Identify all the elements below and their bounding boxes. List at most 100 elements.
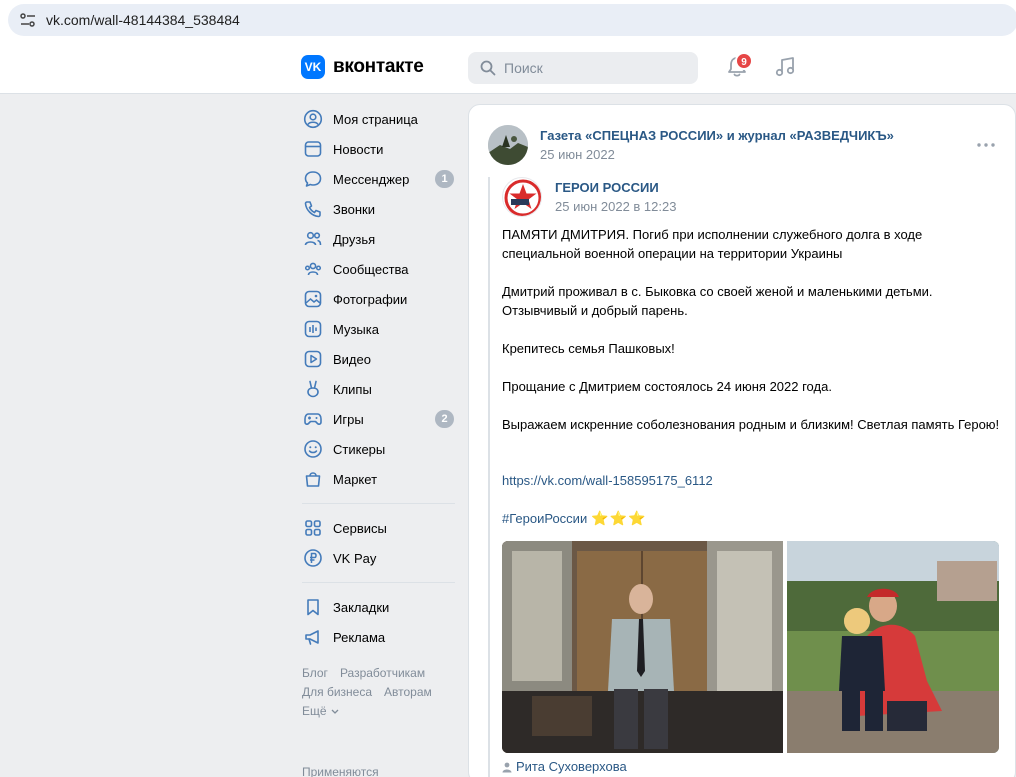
sidebar-item-messenger[interactable]: Мессенджер 1	[302, 164, 462, 194]
sidebar-item-games[interactable]: Игры 2	[302, 404, 462, 434]
sidebar-item-video[interactable]: Видео	[302, 344, 462, 374]
post-hashtag-line: #ГероиРоссии ⭐⭐⭐	[502, 510, 647, 527]
post-photo-2[interactable]	[787, 541, 999, 753]
sidebar-item-label: Стикеры	[333, 441, 386, 457]
footer-link-developers[interactable]: Разработчикам	[340, 666, 425, 680]
sidebar-item-my-page[interactable]: Моя страница	[302, 104, 462, 134]
site-settings-icon[interactable]	[20, 13, 36, 27]
sidebar-item-label: Реклама	[333, 629, 386, 645]
repost-author-avatar[interactable]	[502, 177, 542, 217]
sidebar-item-music[interactable]: Музыка	[302, 314, 462, 344]
sidebar-item-label: Музыка	[333, 321, 379, 337]
vk-header: VK вконтакте 9	[0, 40, 1016, 94]
music-icon	[303, 319, 323, 339]
sidebar-divider	[302, 582, 455, 583]
sidebar-item-ads[interactable]: Реклама	[302, 622, 462, 652]
sidebar-item-label: Новости	[333, 141, 384, 157]
chevron-down-icon	[331, 709, 339, 714]
sidebar-item-label: Видео	[333, 351, 371, 367]
services-icon	[303, 518, 323, 538]
repost-divider-line	[488, 177, 490, 777]
message-icon	[303, 169, 323, 189]
more-options-icon[interactable]	[977, 143, 995, 147]
left-sidebar: Моя страница Новости Мессенджер 1 Звонки…	[302, 104, 462, 721]
user-icon	[502, 762, 512, 773]
sidebar-item-label: Клипы	[333, 381, 372, 397]
repost-author-link[interactable]: ГЕРОИ РОССИИ	[555, 180, 659, 195]
sidebar-item-calls[interactable]: Звонки	[302, 194, 462, 224]
newsfeed-icon	[303, 139, 323, 159]
signer-name[interactable]: Рита Суховерхова	[516, 759, 627, 774]
photo-man-in-room	[502, 541, 783, 753]
sidebar-item-label: Маркет	[333, 471, 378, 487]
sidebar-item-services[interactable]: Сервисы	[302, 513, 462, 543]
sidebar-item-label: Сообщества	[333, 261, 409, 277]
sidebar-divider	[302, 503, 455, 504]
address-bar[interactable]: vk.com/wall-48144384_538484	[8, 4, 1016, 36]
post-date[interactable]: 25 июн 2022	[540, 147, 615, 162]
post-paragraph: Прощание с Дмитрием состоялось 24 июня 2…	[502, 379, 832, 394]
music-player-icon[interactable]	[773, 55, 797, 79]
vk-logo-icon[interactable]: VK	[301, 55, 325, 79]
sidebar-item-bookmarks[interactable]: Закладки	[302, 592, 462, 622]
sidebar-footer: Блог Разработчикам Для бизнеса Авторам Ещё	[302, 664, 462, 721]
sidebar-item-clips[interactable]: Клипы	[302, 374, 462, 404]
sidebar-item-news[interactable]: Новости	[302, 134, 462, 164]
phone-icon	[303, 199, 323, 219]
sidebar-item-market[interactable]: Маркет	[302, 464, 462, 494]
sidebar-item-friends[interactable]: Друзья	[302, 224, 462, 254]
hashtag-link[interactable]: #ГероиРоссии	[502, 511, 587, 526]
user-circle-icon	[303, 109, 323, 129]
gamepad-icon	[303, 409, 323, 429]
search-icon	[480, 60, 496, 76]
sidebar-item-label: Фотографии	[333, 291, 408, 307]
market-icon	[303, 469, 323, 489]
users-icon	[303, 229, 323, 249]
wall-post: Газета «СПЕЦНАЗ РОССИИ» и журнал «РАЗВЕД…	[468, 104, 1016, 777]
applied-label: Применяются	[302, 765, 379, 777]
post-signer-link[interactable]: Рита Суховерхова	[516, 759, 627, 774]
post-photo-1[interactable]	[502, 541, 783, 753]
sidebar-item-vkpay[interactable]: VK Pay	[302, 543, 462, 573]
video-icon	[303, 349, 323, 369]
sidebar-item-label: Сервисы	[333, 520, 387, 536]
post-paragraph: Дмитрий проживал в с. Быковка со своей ж…	[502, 284, 933, 318]
sidebar-item-label: Звонки	[333, 201, 375, 217]
post-text: ПАМЯТИ ДМИТРИЯ. Погиб при исполнении слу…	[502, 225, 1002, 453]
notifications-badge: 9	[735, 52, 753, 70]
search-input[interactable]	[504, 52, 684, 84]
post-paragraph: Крепитесь семья Пашковых!	[502, 341, 675, 356]
vk-logo-text[interactable]: вконтакте	[333, 56, 424, 78]
repost-date[interactable]: 25 июн 2022 в 12:23	[555, 199, 676, 214]
red-star-logo-icon	[504, 179, 541, 216]
communities-icon	[303, 259, 323, 279]
smile-icon	[303, 439, 323, 459]
address-url[interactable]: vk.com/wall-48144384_538484	[46, 12, 240, 28]
sidebar-item-photos[interactable]: Фотографии	[302, 284, 462, 314]
footer-more-dropdown[interactable]: Ещё	[302, 702, 462, 721]
post-paragraph: Выражаем искренние соболезнования родным…	[502, 417, 1000, 432]
sidebar-item-label: VK Pay	[333, 550, 377, 566]
author-avatar[interactable]	[488, 125, 528, 165]
author-avatar-image	[488, 125, 528, 165]
games-count-badge: 2	[435, 410, 454, 428]
post-author-link[interactable]: Газета «СПЕЦНАЗ РОССИИ» и журнал «РАЗВЕД…	[540, 128, 894, 143]
megaphone-icon	[303, 627, 323, 647]
messenger-count-badge: 1	[435, 170, 454, 188]
sidebar-item-label: Друзья	[333, 231, 376, 247]
footer-link-more[interactable]: Ещё	[302, 704, 327, 718]
search-box[interactable]	[468, 52, 698, 84]
sidebar-item-label: Мессенджер	[333, 171, 410, 187]
vkpay-icon	[303, 548, 323, 568]
footer-link-authors[interactable]: Авторам	[384, 685, 432, 699]
browser-toolbar: vk.com/wall-48144384_538484	[0, 0, 1016, 40]
footer-link-blog[interactable]: Блог	[302, 666, 328, 680]
photo-icon	[303, 289, 323, 309]
post-paragraph: ПАМЯТИ ДМИТРИЯ. Погиб при исполнении слу…	[502, 227, 923, 261]
bookmark-icon	[303, 597, 323, 617]
sidebar-item-label: Игры	[333, 411, 364, 427]
post-external-link[interactable]: https://vk.com/wall-158595175_6112	[502, 473, 713, 488]
sidebar-item-communities[interactable]: Сообщества	[302, 254, 462, 284]
sidebar-item-stickers[interactable]: Стикеры	[302, 434, 462, 464]
footer-link-business[interactable]: Для бизнеса	[302, 685, 372, 699]
